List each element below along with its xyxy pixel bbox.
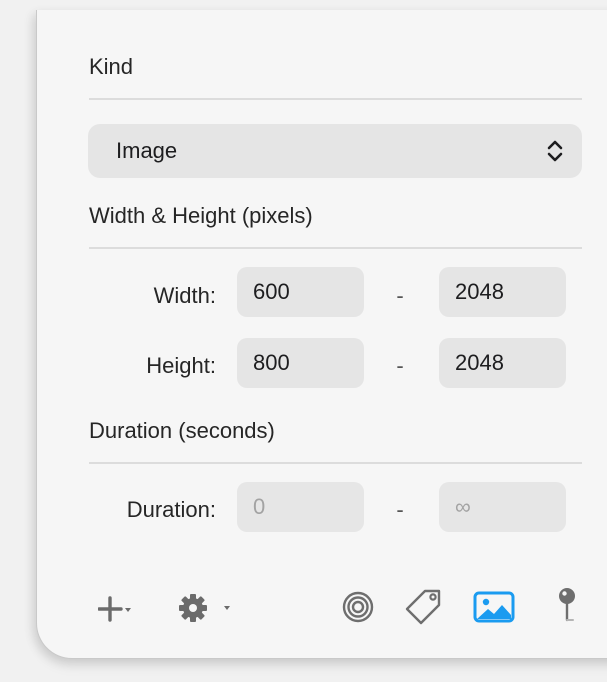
height-label: Height: — [146, 353, 216, 378]
width-range-separator: - — [396, 283, 404, 308]
image-icon[interactable] — [473, 591, 515, 623]
width-min-field[interactable]: 600 — [237, 267, 364, 317]
duration-max-field[interactable]: ∞ — [439, 482, 566, 532]
plus-icon[interactable] — [98, 594, 132, 624]
size-section-label: Width & Height (pixels) — [89, 203, 313, 228]
height-range-separator: - — [396, 353, 404, 378]
duration-min-field[interactable]: 0 — [237, 482, 364, 532]
window: Kind Image Width & Height (pixels) Width… — [0, 0, 607, 682]
width-max-field[interactable]: 2048 — [439, 267, 566, 317]
kind-separator — [89, 98, 582, 100]
kind-popup-value: Image — [116, 138, 178, 163]
kind-section-label: Kind — [89, 54, 134, 79]
size-separator — [89, 247, 582, 249]
height-min-field[interactable]: 800 — [237, 338, 364, 388]
chevron-up-down-icon — [547, 140, 563, 162]
height-max-field[interactable]: 2048 — [439, 338, 566, 388]
duration-separator — [89, 462, 582, 464]
duration-section-label: Duration (seconds) — [89, 418, 275, 443]
kind-popup-button[interactable]: Image — [88, 124, 582, 178]
target-icon[interactable] — [342, 591, 374, 623]
duration-range-separator: - — [396, 497, 404, 522]
width-label: Width: — [153, 283, 216, 308]
duration-label: Duration: — [126, 497, 216, 522]
gear-icon[interactable] — [178, 592, 234, 624]
tag-icon[interactable] — [404, 587, 444, 627]
filter-panel — [36, 10, 607, 659]
location-pin-icon[interactable] — [556, 586, 578, 626]
